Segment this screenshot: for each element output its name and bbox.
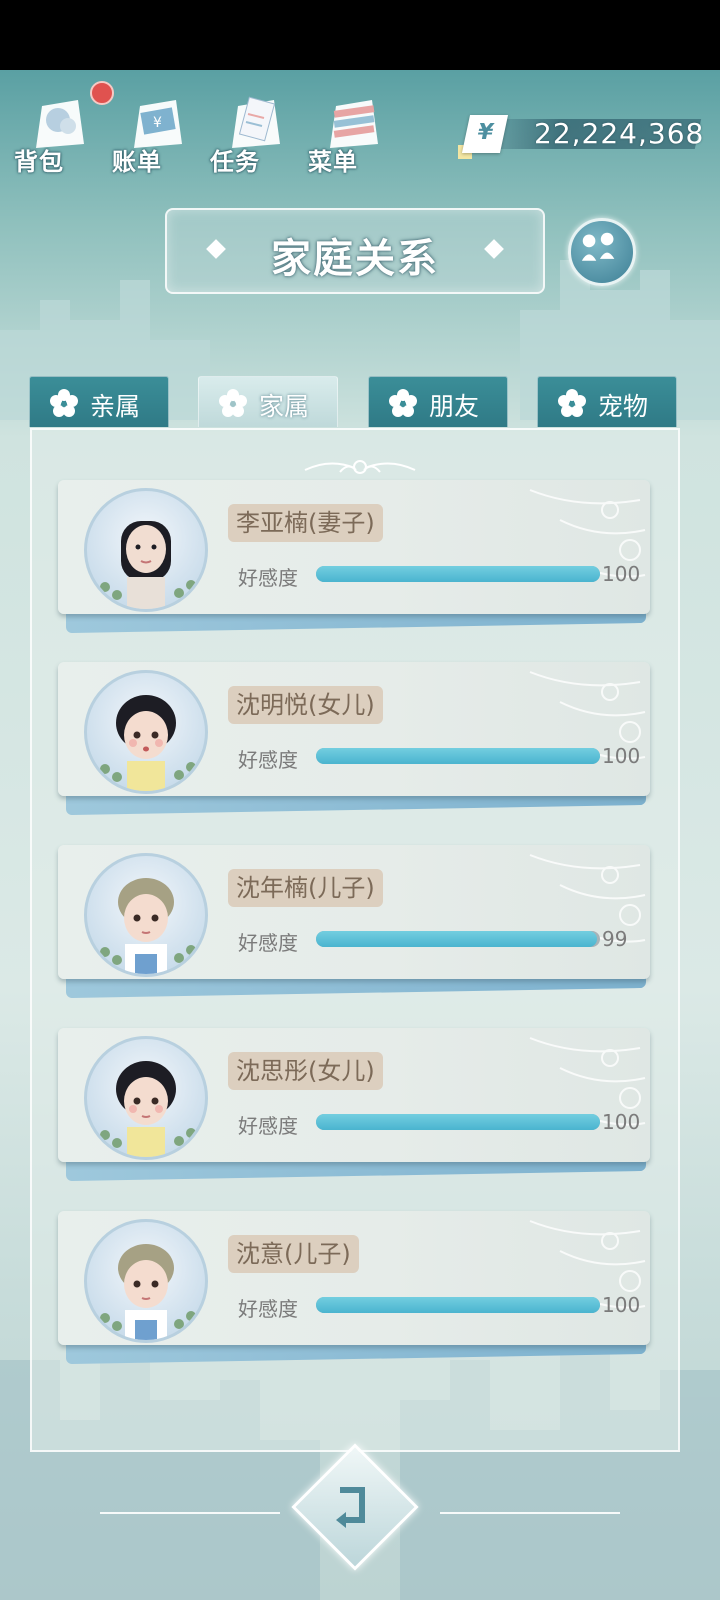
relation-tabs: 亲属 家属 朋友 宠物 (0, 376, 720, 428)
girl-portrait-icon (100, 1061, 196, 1157)
member-name: 沈思彤(女儿) (228, 1052, 383, 1090)
member-card[interactable]: 沈年楠(儿子) 好感度 99 (58, 845, 650, 999)
svg-text:¥: ¥ (153, 115, 162, 131)
affection-value: 100 (602, 744, 641, 768)
affection-bar-fill (316, 1297, 600, 1313)
avatar (84, 670, 208, 794)
tab-label: 朋友 (429, 392, 480, 421)
member-name: 沈意(儿子) (228, 1235, 359, 1273)
return-icon[interactable] (322, 1476, 382, 1536)
member-name: 沈年楠(儿子) (228, 869, 383, 907)
woman-portrait-icon (100, 521, 196, 609)
menu-label: 菜单 (308, 148, 358, 176)
tab-label: 亲属 (90, 392, 141, 421)
affection-label: 好感度 (238, 1114, 298, 1138)
affection-bar (316, 931, 600, 947)
bill-icon: ¥ (134, 100, 182, 148)
task-button[interactable]: 任务 (210, 80, 300, 176)
member-card[interactable]: 沈思彤(女儿) 好感度 100 (58, 1028, 650, 1182)
affection-value: 100 (602, 1110, 641, 1134)
avatar (84, 853, 208, 977)
flower-icon (558, 389, 586, 417)
task-icon (232, 96, 280, 148)
currency-display: ¥ 22,224,368 (458, 115, 703, 159)
affection-bar-fill (316, 931, 598, 947)
affection-bar (316, 566, 600, 582)
decor-line (100, 1512, 280, 1514)
member-name: 沈明悦(女儿) (228, 686, 383, 724)
member-name: 李亚楠(妻子) (228, 504, 383, 542)
affection-bar (316, 748, 600, 764)
tab-label: 家属 (259, 392, 310, 421)
member-card[interactable]: 沈明悦(女儿) 好感度 100 (58, 662, 650, 816)
lace-decoration (529, 854, 646, 943)
affection-label: 好感度 (238, 931, 298, 955)
tab-label: 宠物 (598, 392, 649, 421)
backpack-label: 背包 (14, 148, 64, 176)
top-bar: 背包 ¥ 账单 任务 菜单 ¥ 22,224,368 (0, 70, 720, 180)
affection-value: 99 (602, 927, 628, 951)
avatar (84, 488, 208, 612)
tab-pets[interactable]: 宠物 (537, 376, 677, 427)
flower-icon (389, 389, 417, 417)
menu-icon (330, 100, 378, 148)
affection-label: 好感度 (238, 1297, 298, 1321)
avatar (84, 1036, 208, 1160)
member-card[interactable]: 沈意(儿子) 好感度 100 (58, 1211, 650, 1365)
avatar (84, 1219, 208, 1343)
task-label: 任务 (210, 148, 260, 176)
family-icon (581, 232, 615, 261)
affection-value: 100 (602, 1293, 641, 1317)
decor-line (440, 1512, 620, 1514)
boy-portrait-icon (100, 878, 196, 974)
affection-bar-fill (316, 566, 600, 582)
affection-value: 100 (602, 562, 641, 586)
menu-button[interactable]: 菜单 (308, 80, 398, 176)
boy-portrait-icon (100, 1244, 196, 1340)
affection-bar (316, 1114, 600, 1130)
lace-decoration (529, 1037, 646, 1126)
tab-friends[interactable]: 朋友 (368, 376, 508, 427)
affection-bar (316, 1297, 600, 1313)
member-card[interactable]: 李亚楠(妻子) 好感度 100 (58, 480, 650, 634)
currency-amount: 22,224,368 (534, 117, 705, 150)
lace-decoration (529, 489, 646, 578)
family-tree-button[interactable] (568, 218, 636, 286)
tab-family[interactable]: 家属 (198, 376, 338, 427)
flower-icon (219, 389, 247, 417)
affection-bar-fill (316, 748, 600, 764)
page-title: 家庭关系 (271, 236, 439, 282)
affection-bar-fill (316, 1114, 600, 1130)
bill-button[interactable]: ¥ 账单 (112, 80, 202, 176)
title-panel: 家庭关系 (165, 208, 545, 294)
yen-icon: ¥ (461, 115, 509, 153)
notification-dot (90, 81, 114, 105)
flower-icon (50, 389, 78, 417)
status-bar (0, 0, 720, 70)
bill-label: 账单 (112, 148, 162, 176)
backpack-icon (36, 100, 84, 148)
affection-label: 好感度 (238, 748, 298, 772)
tab-relatives[interactable]: 亲属 (29, 376, 169, 427)
lace-decoration (529, 1220, 646, 1309)
girl-portrait-icon (100, 695, 196, 791)
lace-decoration (529, 671, 646, 760)
ornament-icon (304, 460, 416, 474)
affection-label: 好感度 (238, 566, 298, 590)
